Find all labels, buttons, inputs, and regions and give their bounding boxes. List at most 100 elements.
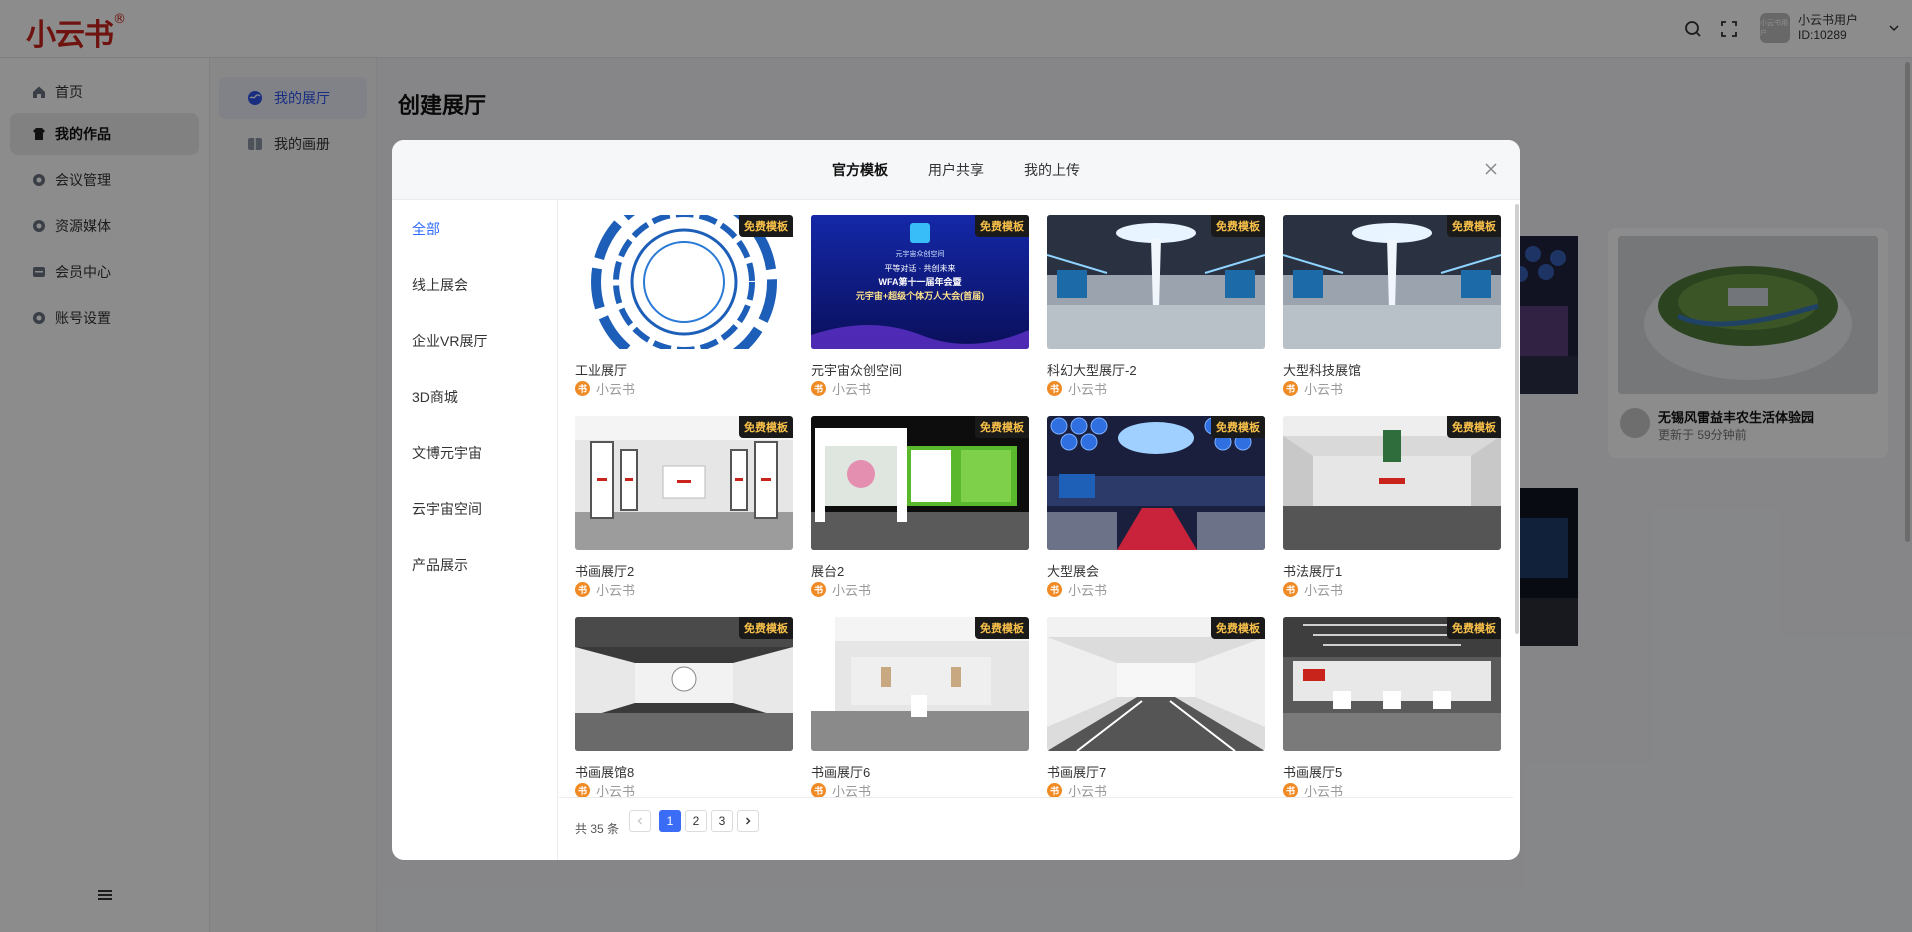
author-name: 小云书 [1068,583,1108,598]
category-online-expo[interactable]: 线上展会 [412,275,468,295]
template-title: 大型科技展馆 [1283,363,1362,378]
free-template-badge: 免费模板 [1211,617,1265,639]
author-avatar-icon: 书 [1283,783,1298,797]
template-thumbnail: 免费模板 [1047,215,1265,349]
next-page-button[interactable] [737,810,759,832]
free-template-badge: 免费模板 [739,416,793,438]
template-author: 书小云书 [1283,781,1343,797]
template-title: 工业展厅 [575,363,628,378]
chevron-left-icon [637,817,642,825]
template-thumbnail: 免费模板 [1047,617,1265,751]
create-hall-dialog: 官方模板 用户共享 我的上传 全部 线上展会 企业VR展厅 3D商城 文博元宇宙… [392,140,1520,860]
template-thumbnail: 免费模板 [1283,416,1501,550]
template-card[interactable]: 免费模板 书画展馆8 书小云书 [575,617,793,797]
template-grid: 免费模板 工业展厅 书小云书 元宇宙众创空间 平等对话 · 共创未来 WFA第十… [559,200,1520,797]
author-name: 小云书 [596,784,636,797]
tab-my-uploads[interactable]: 我的上传 [1024,160,1080,180]
page-button-1[interactable]: 1 [659,810,681,832]
poster-line2: WFA第十一届年会暨 [878,277,962,287]
category-list: 全部 线上展会 企业VR展厅 3D商城 文博元宇宙 云宇宙空间 产品展示 [392,200,558,860]
template-title: 元宇宙众创空间 [811,363,903,378]
template-author: 书小云书 [1283,580,1343,599]
chevron-right-icon [746,817,751,825]
total-count: 共 35 条 [575,822,620,836]
template-author: 书小云书 [1047,379,1107,398]
category-all[interactable]: 全部 [412,219,440,239]
template-thumbnail: 免费模板 [575,416,793,550]
template-card[interactable]: 免费模板 书画展厅2 书小云书 [575,416,793,611]
author-avatar-icon: 书 [575,381,590,396]
tab-user-shared[interactable]: 用户共享 [928,160,984,180]
free-template-badge: 免费模板 [975,617,1029,639]
template-card[interactable]: 免费模板 科幻大型展厅-2 书小云书 [1047,215,1265,410]
author-name: 小云书 [1304,382,1344,397]
page-button-2[interactable]: 2 [685,810,707,832]
template-title: 书画展厅7 [1047,765,1107,780]
author-avatar-icon: 书 [811,783,826,797]
template-card[interactable]: 元宇宙众创空间 平等对话 · 共创未来 WFA第十一届年会暨 元宇宙+超级个体万… [811,215,1029,410]
template-author: 书小云书 [575,580,635,599]
free-template-badge: 免费模板 [975,416,1029,438]
template-title: 展台2 [811,564,845,579]
author-avatar-icon: 书 [1047,381,1062,396]
author-avatar-icon: 书 [1047,783,1062,797]
template-title: 大型展会 [1047,564,1100,579]
free-template-badge: 免费模板 [1447,215,1501,237]
template-thumbnail: 元宇宙众创空间 平等对话 · 共创未来 WFA第十一届年会暨 元宇宙+超级个体万… [811,215,1029,349]
template-card[interactable]: 免费模板 书画展厅7 书小云书 [1047,617,1265,797]
template-author: 书小云书 [811,379,871,398]
page-button-3[interactable]: 3 [711,810,733,832]
author-name: 小云书 [1304,583,1344,598]
poster-line1: 平等对话 · 共创未来 [884,264,956,273]
category-cloud-space[interactable]: 云宇宙空间 [412,499,482,519]
author-name: 小云书 [832,583,872,598]
template-author: 书小云书 [575,781,635,797]
template-title: 科幻大型展厅-2 [1047,363,1137,378]
template-card[interactable]: 免费模板 大型科技展馆 书小云书 [1283,215,1501,410]
tab-official-templates[interactable]: 官方模板 [832,160,888,180]
free-template-badge: 免费模板 [739,215,793,237]
template-card[interactable]: 免费模板 书画展厅6 书小云书 [811,617,1029,797]
category-enterprise-vr[interactable]: 企业VR展厅 [412,331,487,351]
free-template-badge: 免费模板 [1211,215,1265,237]
category-museum-metaverse[interactable]: 文博元宇宙 [412,443,482,463]
template-author: 书小云书 [1047,580,1107,599]
poster-line3: 元宇宙+超级个体万人大会(首届) [855,291,985,301]
template-thumbnail: 免费模板 [1047,416,1265,550]
template-author: 书小云书 [1047,781,1107,797]
dialog-header: 官方模板 用户共享 我的上传 [392,140,1520,200]
pagination: 共 35 条 1 2 3 [559,797,1513,860]
author-avatar-icon: 书 [1283,582,1298,597]
template-title: 书画展厅6 [811,765,871,780]
poster-brand: 元宇宙众创空间 [895,251,945,258]
template-grid-scrollbar[interactable] [1515,204,1519,634]
author-avatar-icon: 书 [1047,582,1062,597]
template-card[interactable]: 免费模板 展台2 书小云书 [811,416,1029,611]
template-thumbnail: 免费模板 [811,617,1029,751]
free-template-badge: 免费模板 [1211,416,1265,438]
author-name: 小云书 [596,382,636,397]
author-avatar-icon: 书 [575,582,590,597]
category-product-display[interactable]: 产品展示 [412,555,468,575]
template-author: 书小云书 [811,580,871,599]
free-template-badge: 免费模板 [975,215,1029,237]
author-name: 小云书 [832,382,872,397]
prev-page-button[interactable] [629,810,651,832]
author-avatar-icon: 书 [811,381,826,396]
template-card[interactable]: 免费模板 书法展厅1 书小云书 [1283,416,1501,611]
author-name: 小云书 [596,583,636,598]
template-title: 书画展厅5 [1283,765,1343,780]
template-title: 书画展馆8 [575,765,635,780]
free-template-badge: 免费模板 [1447,617,1501,639]
author-avatar-icon: 书 [575,783,590,797]
free-template-badge: 免费模板 [739,617,793,639]
template-card[interactable]: 免费模板 工业展厅 书小云书 [575,215,793,410]
template-card[interactable]: 免费模板 大型展会 书小云书 [1047,416,1265,611]
author-name: 小云书 [1068,784,1108,797]
author-avatar-icon: 书 [1283,381,1298,396]
template-title: 书画展厅2 [575,564,635,579]
author-name: 小云书 [1304,784,1344,797]
category-3d-mall[interactable]: 3D商城 [412,387,458,407]
close-icon[interactable] [1484,162,1498,176]
template-card[interactable]: 免费模板 书画展厅5 书小云书 [1283,617,1501,797]
